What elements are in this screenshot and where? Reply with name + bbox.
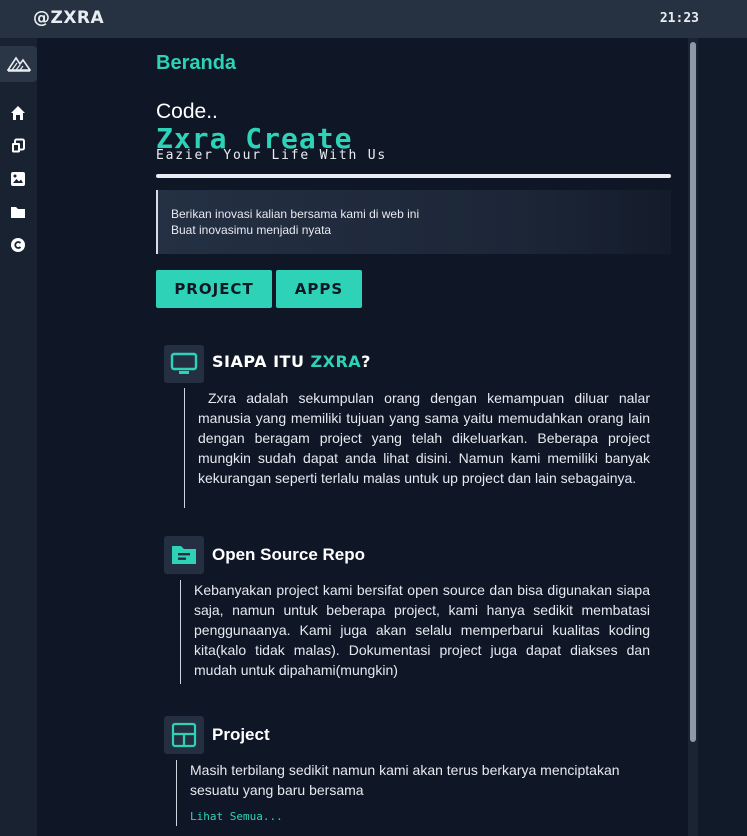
top-bar: @ZXRA 21:23 (0, 0, 747, 38)
quote-line: Berikan inovasi kalian bersama kami di w… (171, 207, 420, 221)
apps-button[interactable]: APPS (276, 270, 362, 308)
hero-subtitle: Eazier Your Life With Us (156, 148, 388, 163)
quote-line: Buat inovasimu menjadi nyata (171, 223, 332, 237)
intro-quote: Berikan inovasi kalian bersama kami di w… (156, 190, 671, 254)
page-title: Beranda (156, 52, 237, 74)
code-label: Code.. (156, 100, 218, 123)
brand-logo-text[interactable]: @ZXRA (33, 8, 104, 28)
about-heading-accent: ZXRA (310, 352, 362, 371)
scrollbar[interactable] (688, 38, 698, 836)
see-all-link[interactable]: Lihat Semua... (190, 810, 283, 823)
layout-icon (164, 716, 204, 754)
about-heading-prefix: SIAPA ITU (212, 352, 311, 371)
home-icon[interactable] (9, 104, 27, 122)
monitor-icon (164, 345, 204, 383)
scrollbar-thumb[interactable] (690, 42, 696, 742)
open-source-heading: Open Source Repo (212, 545, 366, 564)
copy-icon[interactable] (9, 137, 27, 155)
about-heading: SIAPA ITU ZXRA? (212, 352, 371, 371)
open-source-body: Kebanyakan project kami bersifat open so… (180, 580, 650, 684)
about-body: Zxra adalah sekumpulan orang dengan kema… (184, 388, 650, 508)
sidebar (0, 38, 37, 836)
hero-divider (156, 174, 671, 178)
project-heading: Project (212, 725, 270, 744)
project-button[interactable]: PROJECT (156, 270, 272, 308)
zxra-logo-icon[interactable] (0, 46, 37, 82)
clock: 21:23 (659, 11, 699, 26)
right-gutter (698, 38, 747, 836)
folder-icon[interactable] (9, 203, 27, 221)
copyright-icon[interactable] (9, 236, 27, 254)
image-icon[interactable] (9, 170, 27, 188)
folder-open-icon (164, 536, 204, 574)
about-heading-suffix: ? (361, 352, 371, 371)
